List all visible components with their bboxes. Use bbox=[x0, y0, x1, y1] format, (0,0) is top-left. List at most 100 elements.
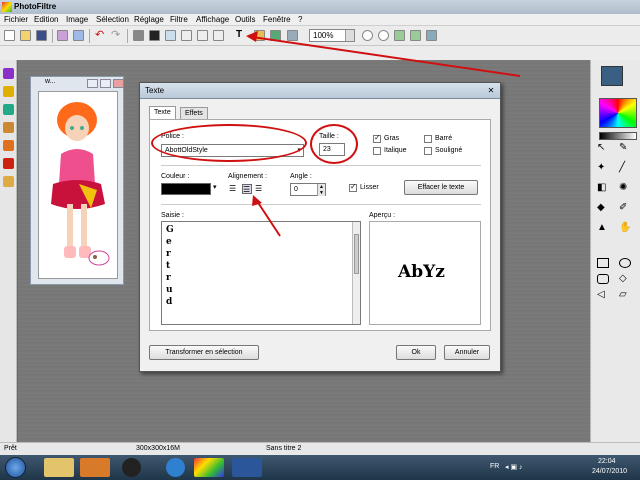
canvas-icon[interactable] bbox=[213, 30, 224, 41]
scrollbar[interactable] bbox=[352, 222, 360, 324]
annuler-button[interactable]: Annuler bbox=[444, 345, 490, 360]
image-window[interactable]: w... bbox=[30, 76, 124, 285]
menu-outils[interactable]: Outils bbox=[235, 15, 255, 24]
color-palette[interactable] bbox=[599, 98, 637, 128]
text-tool-icon[interactable]: T bbox=[236, 30, 247, 41]
redo-icon[interactable]: ↷ bbox=[111, 30, 122, 41]
menu-fenetre[interactable]: Fenêtre bbox=[263, 15, 291, 24]
align-center-icon[interactable]: ☰ bbox=[242, 184, 252, 194]
maximize-icon[interactable] bbox=[100, 79, 111, 88]
menu-image[interactable]: Image bbox=[66, 15, 88, 24]
gradient-icon[interactable] bbox=[3, 140, 14, 151]
angle-label: Angle : bbox=[290, 173, 312, 180]
menu-help[interactable]: ? bbox=[298, 15, 302, 24]
gray-palette[interactable] bbox=[599, 132, 637, 140]
align-left-icon[interactable]: ☰ bbox=[229, 184, 239, 194]
eyedropper-tool-icon[interactable]: ✎ bbox=[619, 142, 631, 154]
brush-tool-icon[interactable]: ✐ bbox=[619, 202, 631, 214]
zoom-in-icon[interactable] bbox=[362, 30, 373, 41]
saisie-textarea[interactable]: G e r t r u d bbox=[161, 221, 361, 325]
contrast-icon[interactable] bbox=[149, 30, 160, 41]
spin-arrows-icon[interactable]: ▲ ▼ bbox=[317, 184, 325, 196]
open-icon[interactable] bbox=[20, 30, 31, 41]
fit-window-icon[interactable] bbox=[394, 30, 405, 41]
explorer-icon[interactable] bbox=[44, 458, 74, 477]
menu-fichier[interactable]: Fichier bbox=[4, 15, 28, 24]
internet-explorer-icon[interactable] bbox=[166, 458, 185, 477]
palette-icon[interactable] bbox=[254, 30, 265, 41]
image-window-title: w... bbox=[45, 78, 56, 85]
effacer-button[interactable]: Effacer le texte bbox=[404, 180, 478, 195]
scan-icon[interactable] bbox=[73, 30, 84, 41]
color-swatch[interactable] bbox=[161, 183, 211, 195]
actual-size-icon[interactable] bbox=[410, 30, 421, 41]
transformer-button[interactable]: Transformer en sélection bbox=[149, 345, 259, 360]
souligne-checkbox[interactable] bbox=[424, 147, 432, 155]
tab-texte[interactable]: Texte bbox=[149, 106, 176, 120]
ellipse-icon[interactable] bbox=[619, 258, 631, 268]
menu-selection[interactable]: Sélection bbox=[96, 15, 129, 24]
resize-icon[interactable] bbox=[197, 30, 208, 41]
color-tool-icon[interactable] bbox=[3, 68, 14, 79]
frame-icon[interactable] bbox=[3, 176, 14, 187]
lisser-checkbox[interactable] bbox=[349, 182, 357, 192]
spray-tool-icon[interactable]: ✺ bbox=[619, 182, 631, 194]
hand-tool-icon[interactable]: ✋ bbox=[619, 222, 631, 234]
print-icon[interactable] bbox=[57, 30, 68, 41]
zoom-out-icon[interactable] bbox=[378, 30, 389, 41]
italique-checkbox[interactable] bbox=[373, 147, 381, 155]
save-icon[interactable] bbox=[36, 30, 47, 41]
foreground-color-swatch[interactable] bbox=[601, 66, 623, 86]
menu-affichage[interactable]: Affichage bbox=[196, 15, 229, 24]
minimize-icon[interactable] bbox=[87, 79, 98, 88]
media-player-icon[interactable] bbox=[80, 458, 110, 477]
blur-tool-icon[interactable]: ◆ bbox=[597, 202, 609, 214]
ok-button[interactable]: Ok bbox=[396, 345, 436, 360]
pointer-tool-icon[interactable]: ↖ bbox=[597, 142, 609, 154]
chevron-down-icon[interactable]: ▾ bbox=[213, 183, 217, 191]
angle-input[interactable]: 0 ▲ ▼ bbox=[290, 183, 326, 196]
menu-edition[interactable]: Edition bbox=[34, 15, 58, 24]
barre-checkbox[interactable] bbox=[424, 135, 432, 143]
start-button-icon[interactable] bbox=[5, 457, 26, 478]
rounded-rect-icon[interactable] bbox=[597, 274, 609, 284]
grayscale-icon[interactable] bbox=[133, 30, 144, 41]
crop-icon[interactable] bbox=[181, 30, 192, 41]
word-icon[interactable] bbox=[232, 458, 262, 477]
taskbar: FR ◂ ▣ ♪ 22:04 24/07/2010 bbox=[0, 455, 640, 480]
close-icon[interactable]: ✕ bbox=[486, 86, 496, 95]
tray-icons[interactable]: ◂ ▣ ♪ bbox=[505, 463, 523, 471]
rectangle-icon[interactable] bbox=[597, 258, 609, 268]
transparency-icon[interactable] bbox=[165, 30, 176, 41]
close-icon[interactable] bbox=[113, 79, 124, 88]
hp-icon[interactable] bbox=[122, 458, 141, 477]
gamma-icon[interactable] bbox=[3, 122, 14, 133]
scrollbar-thumb[interactable] bbox=[354, 234, 359, 274]
chevron-down-icon[interactable] bbox=[345, 30, 354, 41]
layers-icon[interactable] bbox=[270, 30, 281, 41]
photofiltre-taskbar-icon[interactable] bbox=[194, 458, 224, 477]
polygon-icon[interactable]: ◇ bbox=[619, 274, 631, 284]
image-canvas[interactable] bbox=[38, 91, 118, 279]
menu-filtre[interactable]: Filtre bbox=[170, 15, 188, 24]
magic-wand-icon[interactable]: ✦ bbox=[597, 162, 609, 174]
clock-date[interactable]: 24/07/2010 bbox=[592, 468, 627, 475]
clock-time[interactable]: 22:04 bbox=[598, 458, 616, 465]
saturation-icon[interactable] bbox=[3, 104, 14, 115]
effects-icon[interactable] bbox=[3, 158, 14, 169]
new-icon[interactable] bbox=[4, 30, 15, 41]
fullscreen-icon[interactable] bbox=[426, 30, 437, 41]
brightness-icon[interactable] bbox=[3, 86, 14, 97]
stamp-tool-icon[interactable]: ▲ bbox=[597, 222, 609, 234]
language-indicator[interactable]: FR bbox=[490, 463, 499, 470]
gras-checkbox[interactable] bbox=[373, 133, 381, 143]
menu-reglage[interactable]: Réglage bbox=[134, 15, 164, 24]
align-right-icon[interactable]: ☰ bbox=[255, 184, 265, 194]
lasso-icon[interactable]: ▱ bbox=[619, 290, 631, 300]
line-tool-icon[interactable]: ╱ bbox=[619, 162, 631, 174]
undo-icon[interactable]: ↶ bbox=[95, 30, 106, 41]
fill-tool-icon[interactable]: ◧ bbox=[597, 182, 609, 194]
triangle-icon[interactable]: ◁ bbox=[597, 290, 609, 300]
zoom-select[interactable]: 100% bbox=[309, 29, 355, 42]
browser-icon[interactable] bbox=[287, 30, 298, 41]
